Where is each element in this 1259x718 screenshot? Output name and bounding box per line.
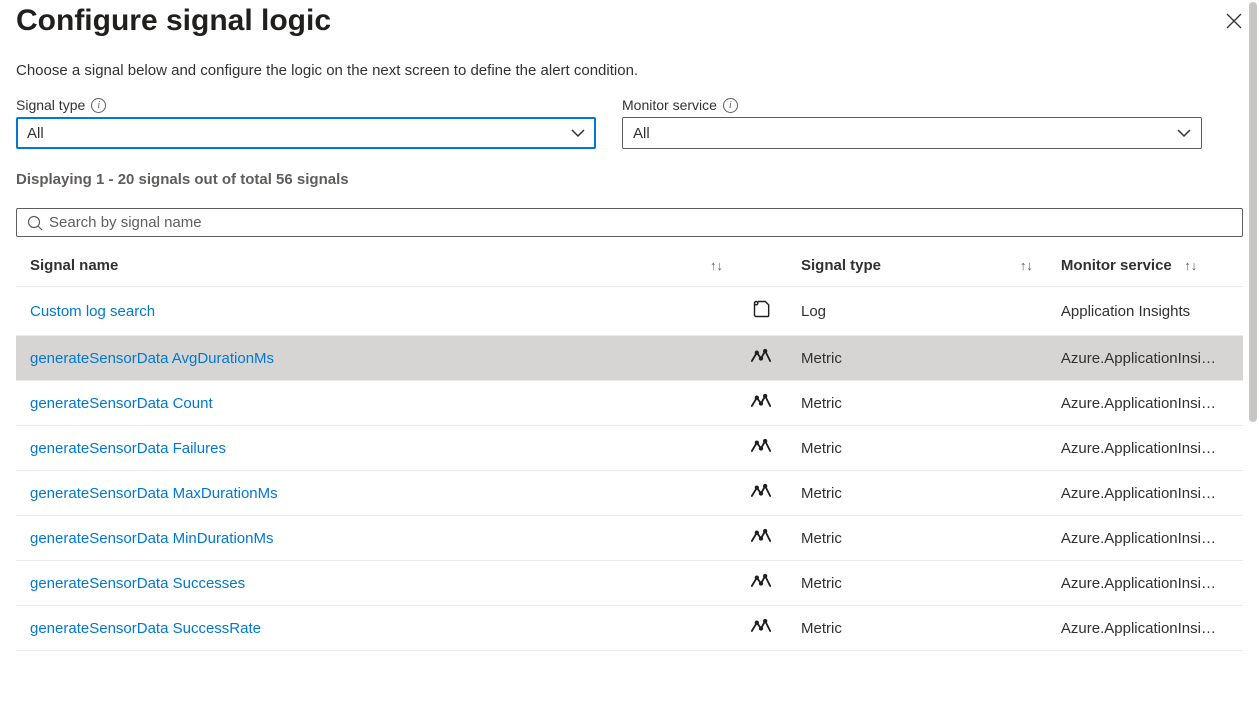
signal-type-cell: Log <box>787 287 1006 336</box>
signal-type-cell: Metric <box>787 471 1006 516</box>
column-monitor-service[interactable]: Monitor service ↑↓ <box>1047 245 1243 287</box>
column-monitor-label: Monitor service <box>1061 257 1172 274</box>
monitor-service-value: All <box>633 125 650 142</box>
monitor-service-label: Monitor service i <box>622 97 1202 113</box>
monitor-service-cell: Azure.ApplicationInsi… <box>1047 606 1243 651</box>
signal-type-cell: Metric <box>787 606 1006 651</box>
table-row[interactable]: Custom log search Log Application Insigh… <box>16 287 1243 336</box>
signal-link[interactable]: generateSensorData SuccessRate <box>30 620 261 637</box>
monitor-service-cell: Azure.ApplicationInsi… <box>1047 336 1243 381</box>
metric-icon <box>751 483 771 499</box>
signal-type-cell: Metric <box>787 381 1006 426</box>
sort-icon[interactable]: ↑↓ <box>1020 258 1033 273</box>
monitor-service-cell: Azure.ApplicationInsi… <box>1047 426 1243 471</box>
signal-type-cell: Metric <box>787 336 1006 381</box>
signal-link[interactable]: generateSensorData Failures <box>30 440 226 457</box>
scrollbar-thumb[interactable] <box>1249 2 1257 422</box>
column-signal-name[interactable]: Signal name <box>16 245 696 287</box>
info-icon[interactable]: i <box>91 98 106 113</box>
signal-link[interactable]: Custom log search <box>30 303 155 320</box>
scrollbar[interactable] <box>1249 2 1257 712</box>
signal-type-value: All <box>27 125 44 142</box>
log-icon <box>751 299 773 319</box>
table-row[interactable]: generateSensorData SuccessRate Metric Az… <box>16 606 1243 651</box>
search-box[interactable] <box>16 208 1243 237</box>
sort-icon[interactable]: ↑↓ <box>710 258 723 273</box>
signal-type-cell: Metric <box>787 426 1006 471</box>
monitor-service-cell: Azure.ApplicationInsi… <box>1047 471 1243 516</box>
metric-icon <box>751 528 771 544</box>
monitor-service-dropdown[interactable]: All <box>622 117 1202 149</box>
signal-link[interactable]: generateSensorData Successes <box>30 575 245 592</box>
signal-link[interactable]: generateSensorData MaxDurationMs <box>30 485 278 502</box>
table-row[interactable]: generateSensorData Successes Metric Azur… <box>16 561 1243 606</box>
metric-icon <box>751 618 771 634</box>
signal-type-label: Signal type i <box>16 97 596 113</box>
signal-link[interactable]: generateSensorData MinDurationMs <box>30 530 273 547</box>
signal-type-cell: Metric <box>787 516 1006 561</box>
signal-type-label-text: Signal type <box>16 97 85 113</box>
signal-type-dropdown[interactable]: All <box>16 117 596 149</box>
monitor-service-cell: Azure.ApplicationInsi… <box>1047 561 1243 606</box>
close-icon[interactable] <box>1225 4 1243 36</box>
chevron-down-icon <box>1177 126 1191 141</box>
table-row[interactable]: generateSensorData MinDurationMs Metric … <box>16 516 1243 561</box>
table-row[interactable]: generateSensorData Failures Metric Azure… <box>16 426 1243 471</box>
metric-icon <box>751 348 771 364</box>
monitor-service-cell: Azure.ApplicationInsi… <box>1047 516 1243 561</box>
chevron-down-icon <box>571 126 585 141</box>
page-title: Configure signal logic <box>16 4 331 38</box>
metric-icon <box>751 393 771 409</box>
signal-link[interactable]: generateSensorData Count <box>30 395 213 412</box>
table-row[interactable]: generateSensorData Count Metric Azure.Ap… <box>16 381 1243 426</box>
info-icon[interactable]: i <box>723 98 738 113</box>
signal-link[interactable]: generateSensorData AvgDurationMs <box>30 350 274 367</box>
column-signal-type[interactable]: Signal type <box>787 245 1006 287</box>
monitor-service-cell: Azure.ApplicationInsi… <box>1047 381 1243 426</box>
table-row[interactable]: generateSensorData MaxDurationMs Metric … <box>16 471 1243 516</box>
monitor-service-label-text: Monitor service <box>622 97 717 113</box>
signals-table: Signal name ↑↓ Signal type ↑↓ Monitor se… <box>16 245 1243 651</box>
metric-icon <box>751 438 771 454</box>
search-icon <box>27 215 43 231</box>
signal-type-cell: Metric <box>787 561 1006 606</box>
table-row[interactable]: generateSensorData AvgDurationMs Metric … <box>16 336 1243 381</box>
search-input[interactable] <box>49 214 1232 231</box>
metric-icon <box>751 573 771 589</box>
monitor-service-cell: Application Insights <box>1047 287 1243 336</box>
result-count: Displaying 1 - 20 signals out of total 5… <box>16 171 1243 188</box>
sort-icon[interactable]: ↑↓ <box>1184 258 1197 273</box>
page-description: Choose a signal below and configure the … <box>16 62 1243 79</box>
column-signal-type-label: Signal type <box>801 257 881 274</box>
